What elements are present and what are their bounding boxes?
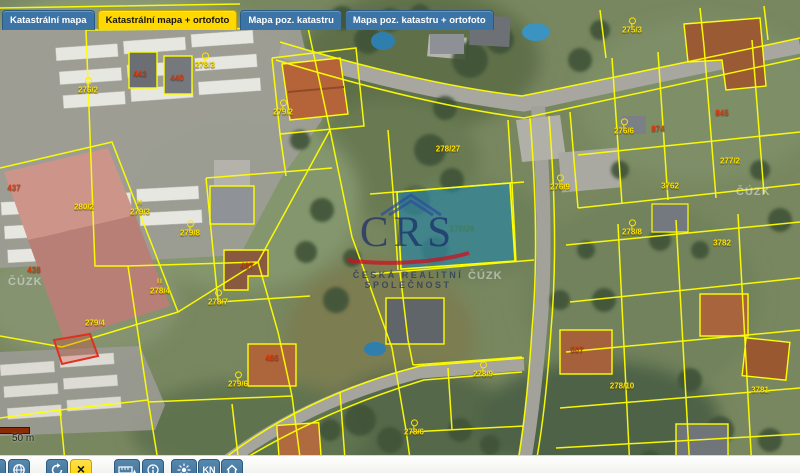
cadastral-map-viewer: 443440278/3276/2280/2II279/3437438279/84… (0, 0, 800, 473)
close-tool-button[interactable]: × (70, 459, 92, 473)
scale-label: 50 m (12, 433, 34, 444)
ruler-icon (118, 463, 136, 473)
tab-mapa-poz-katastru-ortofoto[interactable]: Mapa poz. katastru + ortofoto (345, 10, 494, 30)
tab-mapa-poz-katastru[interactable]: Mapa poz. katastru (240, 10, 342, 30)
map-canvas[interactable] (0, 0, 800, 473)
tab-katastralni-mapa-ortofoto[interactable]: Katastrální mapa + ortofoto (98, 10, 238, 30)
brightness-button[interactable] (171, 459, 197, 473)
info-circle-icon (146, 463, 160, 473)
globe-icon (12, 463, 26, 473)
refresh-button[interactable] (46, 459, 68, 473)
home-icon (225, 463, 239, 473)
close-icon: × (77, 462, 85, 473)
globe-button[interactable] (8, 459, 30, 473)
kn-label: KN (203, 466, 216, 473)
tab-katastralni-mapa[interactable]: Katastrální mapa (2, 10, 95, 30)
partial-tool-button[interactable] (0, 459, 6, 473)
home-button[interactable] (221, 459, 243, 473)
map-type-tabbar: Katastrální mapa Katastrální mapa + orto… (2, 10, 494, 30)
measure-button[interactable] (114, 459, 140, 473)
refresh-icon (50, 463, 64, 473)
info-button[interactable] (142, 459, 164, 473)
kn-button[interactable]: KN (198, 459, 220, 473)
brightness-icon (176, 463, 192, 473)
bottom-toolbar: × (0, 455, 800, 473)
highlighted-parcel[interactable] (397, 183, 515, 269)
